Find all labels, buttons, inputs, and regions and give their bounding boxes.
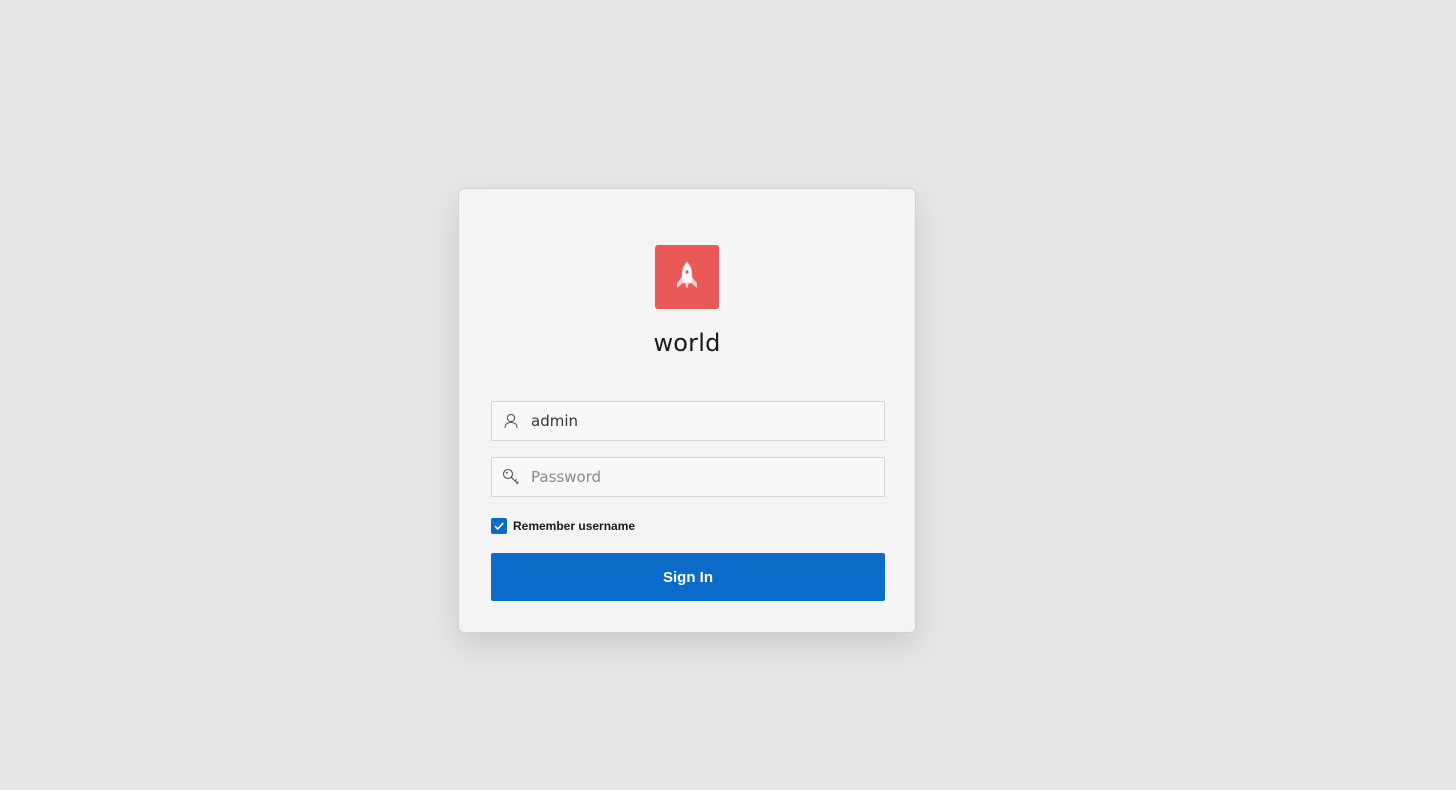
user-icon	[492, 402, 530, 440]
password-field[interactable]	[491, 457, 885, 497]
sign-in-button[interactable]: Sign In	[491, 553, 885, 601]
remember-username[interactable]: Remember username	[491, 517, 635, 535]
password-input[interactable]	[530, 458, 871, 496]
app-name: world	[653, 329, 721, 357]
username-input[interactable]	[530, 402, 871, 440]
username-field[interactable]	[491, 401, 885, 441]
key-icon	[492, 458, 530, 496]
checkmark-icon	[494, 522, 504, 531]
app-logo	[655, 245, 719, 309]
remember-checkbox[interactable]	[491, 518, 507, 534]
remember-label: Remember username	[513, 519, 636, 533]
login-card: world Remember username Sign In	[458, 188, 916, 633]
rocket-icon	[677, 261, 697, 289]
